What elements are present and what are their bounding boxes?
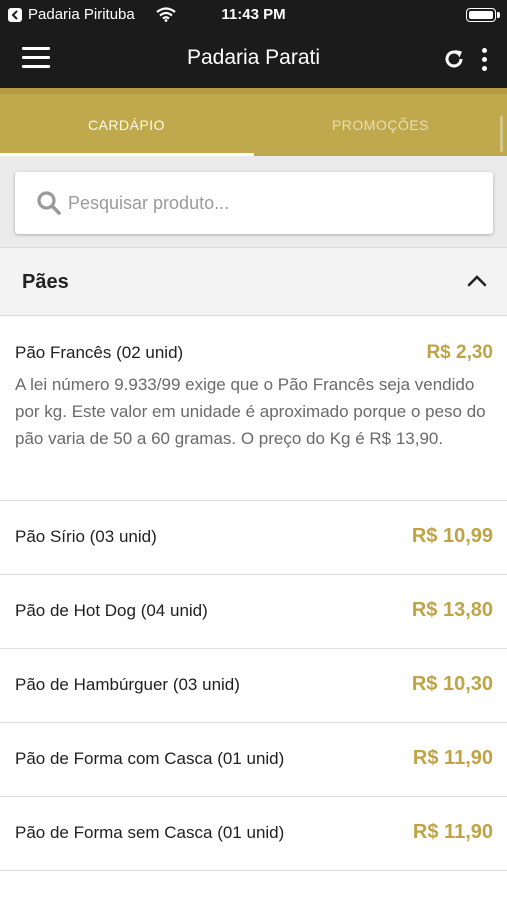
product-name: Pão Sírio (03 unid) [15,527,157,546]
product-item[interactable]: Pão Francês (02 unid) R$ 2,30 A lei núme… [0,316,507,501]
product-name: Pão de Forma com Casca (01 unid) [15,749,285,768]
scroll-indicator [500,116,503,152]
product-price: R$ 11,90 [412,821,493,843]
product-name: Pão de Forma sem Casca (01 unid) [15,823,285,842]
product-description: A lei número 9.933/99 exige que o Pão Fr… [15,375,486,448]
tab-promocoes[interactable]: PROMOÇÕES [254,94,507,156]
product-name: Pão Francês (02 unid) [15,343,184,362]
product-item[interactable]: Pão de Forma com Casca (01 unid) R$ 11,9… [0,723,507,797]
search-box[interactable] [15,172,493,234]
status-bar: Padaria Pirituba 11:43 PM [0,0,507,30]
product-item[interactable]: Pão Sírio (03 unid) R$ 10,99 [0,501,507,575]
app-toolbar: Padaria Parati [0,30,507,88]
refresh-icon[interactable] [440,45,468,73]
tab-bar: CARDÁPIO PROMOÇÕES [0,88,507,156]
product-price: R$ 10,30 [411,673,493,695]
product-item[interactable]: Pão de Hambúrguer (03 unid) R$ 10,30 [0,649,507,723]
tab-cardapio[interactable]: CARDÁPIO [0,94,253,156]
search-area [0,156,507,247]
product-name: Pão de Hot Dog (04 unid) [15,601,208,620]
hamburger-menu-icon[interactable] [22,47,50,69]
category-title: Pães [22,271,69,293]
status-time: 11:43 PM [221,6,286,23]
product-price: R$ 10,99 [411,525,493,547]
product-item[interactable]: Pão de Hot Dog (04 unid) R$ 13,80 [0,575,507,649]
product-name: Pão de Hambúrguer (03 unid) [15,675,240,694]
app-title: Padaria Parati [186,46,321,69]
product-price: R$ 13,80 [411,599,493,621]
search-input[interactable] [68,186,468,220]
battery-icon [466,8,500,22]
product-price: R$ 2,30 [426,342,493,363]
search-icon [36,190,62,221]
category-header-paes[interactable]: Pães [0,247,507,316]
more-vertical-icon[interactable] [475,45,495,73]
chevron-up-icon[interactable] [467,274,487,293]
product-price: R$ 11,90 [412,747,493,769]
product-item[interactable]: Pão de Forma sem Casca (01 unid) R$ 11,9… [0,797,507,871]
